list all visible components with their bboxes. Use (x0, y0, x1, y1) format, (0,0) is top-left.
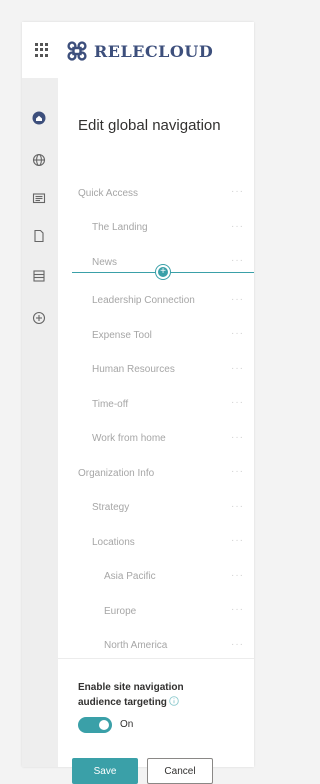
nav-item[interactable]: Time-off ··· (58, 393, 254, 415)
more-options-icon[interactable]: ··· (231, 536, 244, 546)
nav-item-label: Work from home (92, 433, 166, 444)
nav-item[interactable]: Strategy ··· (58, 497, 254, 519)
more-options-icon[interactable]: ··· (231, 256, 244, 266)
news-icon[interactable] (30, 189, 48, 207)
nav-item[interactable]: Human Resources ··· (58, 359, 254, 381)
save-button[interactable]: Save (72, 758, 138, 784)
audience-targeting-text: Enable site navigation audience targetin… (78, 682, 184, 708)
brand[interactable]: RELECLOUD (66, 41, 213, 61)
more-options-icon[interactable]: ··· (231, 329, 244, 339)
more-options-icon[interactable]: ··· (231, 639, 244, 650)
more-options-icon[interactable]: ··· (231, 501, 244, 512)
divider (58, 658, 254, 659)
toggle-state-label: On (120, 719, 134, 730)
edit-navigation-panel: Edit global navigation Quick Access ··· Th… (58, 78, 254, 784)
brand-name: RELECLOUD (94, 41, 214, 61)
globe-icon[interactable] (30, 151, 48, 169)
info-icon[interactable] (169, 696, 179, 706)
left-rail (22, 78, 58, 767)
nav-item[interactable]: Europe ··· (58, 600, 254, 622)
page-icon[interactable] (30, 227, 48, 245)
nav-item-label: Organization Info (78, 467, 155, 479)
nav-item-label: Locations (92, 536, 135, 548)
nav-item[interactable]: Quick Access ··· (58, 182, 254, 204)
more-options-icon[interactable]: ··· (231, 467, 244, 477)
navigation-editor-card: RELECLOUD Edit global navigation Quick A… (22, 22, 254, 784)
top-bar: RELECLOUD (22, 22, 254, 78)
nav-item[interactable]: Locations ··· (58, 531, 254, 553)
more-options-icon[interactable]: ··· (231, 398, 244, 408)
relecloud-logo-icon (67, 41, 87, 61)
nav-item[interactable]: Organization Info ··· (58, 462, 254, 484)
panel-title: Edit global navigation (78, 117, 221, 134)
audience-targeting-toggle[interactable] (78, 717, 112, 733)
nav-item-label: News (92, 256, 118, 268)
nav-item-label: The Landing (92, 222, 148, 233)
nav-item-label: Europe (104, 605, 137, 617)
toggle-knob (99, 720, 109, 730)
nav-item[interactable]: Expense Tool ··· (58, 324, 254, 346)
more-options-icon[interactable]: ··· (231, 294, 244, 305)
more-options-icon[interactable]: ··· (231, 187, 244, 197)
nav-item-label: North America (104, 640, 168, 651)
nav-item-label: Asia Pacific (104, 571, 156, 582)
nav-item[interactable]: Work from home ··· (58, 428, 254, 450)
add-icon[interactable] (30, 309, 48, 327)
more-options-icon[interactable]: ··· (231, 221, 244, 232)
nav-item-label: Strategy (92, 502, 130, 513)
insert-link-button[interactable]: + (156, 265, 170, 279)
more-options-icon[interactable]: ··· (231, 432, 244, 443)
nav-item[interactable]: North America ··· (58, 635, 254, 657)
audience-targeting-label: Enable site navigation audience targetin… (78, 680, 228, 710)
nav-item-label: Time-off (92, 398, 129, 410)
more-options-icon[interactable]: ··· (231, 570, 244, 581)
cancel-button[interactable]: Cancel (147, 758, 213, 784)
app-launcher-icon[interactable] (35, 43, 49, 57)
nav-item-label: Leadership Connection (92, 295, 195, 306)
more-options-icon[interactable]: ··· (231, 363, 244, 374)
list-icon[interactable] (30, 267, 48, 285)
nav-item-label: Expense Tool (92, 329, 152, 341)
nav-item[interactable]: The Landing ··· (58, 217, 254, 239)
nav-item-label: Human Resources (92, 364, 175, 375)
more-options-icon[interactable]: ··· (231, 605, 244, 615)
nav-item-label: Quick Access (78, 187, 139, 199)
home-icon[interactable] (30, 109, 48, 127)
nav-item[interactable]: Asia Pacific ··· (58, 566, 254, 588)
nav-item[interactable]: Leadership Connection ··· (58, 290, 254, 312)
